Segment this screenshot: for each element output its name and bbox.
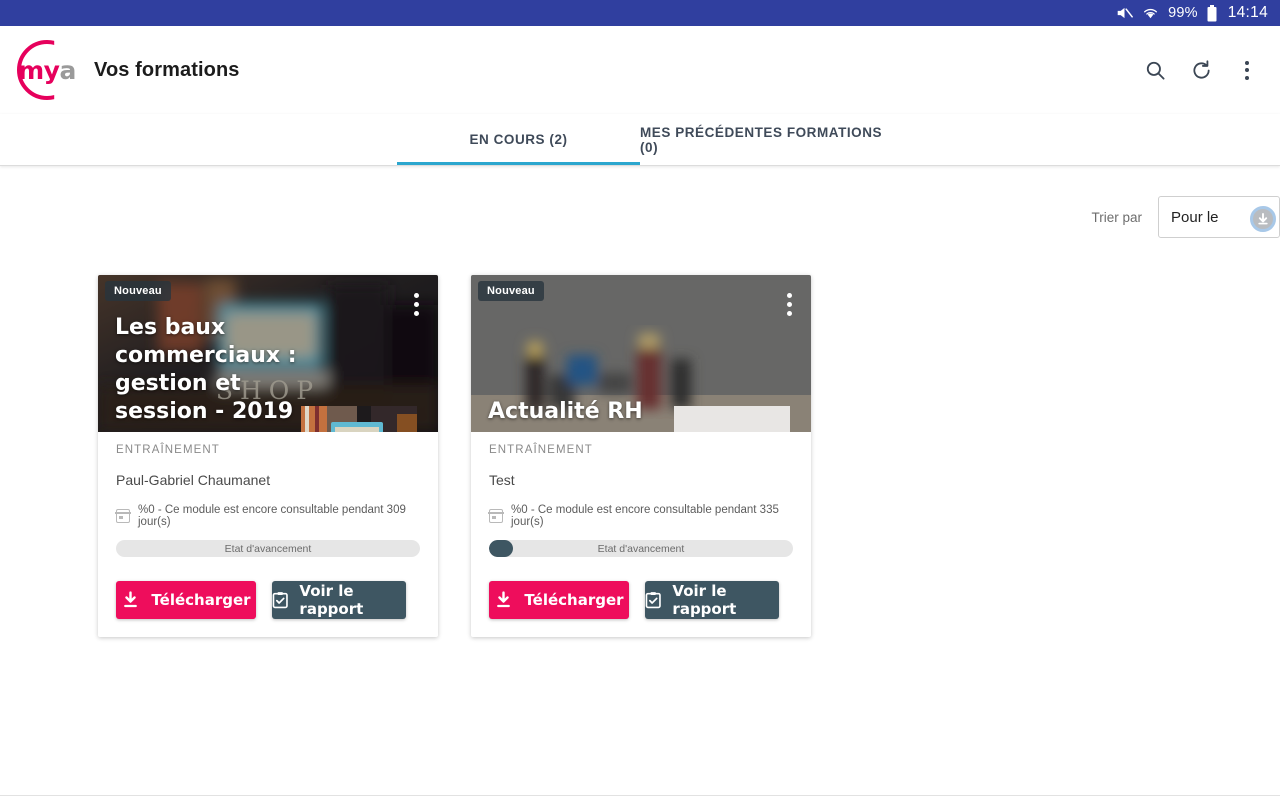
download-icon [497, 590, 511, 607]
bottom-navigation [0, 795, 1280, 800]
download-circle-icon[interactable] [1250, 206, 1276, 232]
sort-label: Trier par [1091, 209, 1142, 225]
card-meta-text: %0 - Ce module est encore consultable pe… [138, 504, 406, 528]
logo-text-secondary: a [59, 55, 76, 85]
page-title: Vos formations [94, 58, 240, 81]
clipboard-check-icon [272, 592, 288, 609]
app-bar-actions [1140, 55, 1262, 85]
formation-card[interactable]: Nouveau Actualité RH ENTRAÎNEMENT Test %… [471, 275, 811, 637]
search-icon[interactable] [1140, 55, 1170, 85]
svg-text:OPEN: OPEN [338, 431, 375, 432]
card-meta-text: %0 - Ce module est encore consultable pe… [511, 504, 779, 528]
kebab-dot [1245, 75, 1249, 80]
status-bar-clock: 14:14 [1227, 4, 1268, 21]
download-button-label: Télécharger [524, 591, 624, 609]
card-title: Actualité RH [488, 399, 643, 425]
main-content: Trier par Pour le SHOP Nouveau Les baux … [0, 166, 1280, 800]
kebab-dot [787, 302, 792, 307]
view-report-button[interactable]: Voir le rapport [645, 581, 779, 619]
kebab-dot [414, 302, 419, 307]
progress-bar: Etat d'avancement [116, 540, 420, 557]
view-report-button-label: Voir le rapport [299, 582, 364, 618]
card-actions: Télécharger Voir le rapport [116, 581, 420, 619]
battery-full-icon [1207, 4, 1217, 22]
card-thumbnail: OPEN SHOP [301, 406, 417, 432]
download-button[interactable]: Télécharger [116, 581, 256, 619]
card-overflow-menu-icon[interactable] [787, 293, 792, 316]
card-body: ENTRAÎNEMENT Paul-Gabriel Chaumanet %0 -… [98, 432, 438, 637]
progress-label: Etat d'avancement [224, 542, 312, 555]
logo-text-primary: my [18, 55, 60, 85]
tab-label: EN COURS (2) [469, 132, 568, 147]
card-meta: %0 - Ce module est encore consultable pe… [115, 504, 420, 528]
card-kicker: ENTRAÎNEMENT [116, 444, 220, 456]
kebab-dot [414, 311, 419, 316]
status-bar: 99% 14:14 [0, 0, 1280, 26]
app-bar: mya Vos formations [0, 26, 1280, 114]
card-author: Paul-Gabriel Chaumanet [116, 472, 271, 488]
download-button[interactable]: Télécharger [489, 581, 629, 619]
sort-row: Trier par Pour le [0, 166, 1280, 238]
clipboard-check-icon [645, 592, 661, 609]
kebab-dot [1245, 68, 1249, 72]
wifi-icon [1142, 6, 1159, 20]
progress-bar: Etat d'avancement [489, 540, 793, 557]
card-body: ENTRAÎNEMENT Test %0 - Ce module est enc… [471, 432, 811, 637]
kebab-dot [414, 293, 419, 298]
card-thumbnail [674, 406, 790, 432]
mya-logo: mya [14, 37, 80, 103]
tab-bar: EN COURS (2) MES PRÉCÉDENTES FORMATIONS … [0, 114, 1280, 166]
card-meta: %0 - Ce module est encore consultable pe… [488, 504, 793, 528]
battery-percent-label: 99% [1168, 5, 1198, 21]
card-title: Les baux commerciaux : gestion et sessio… [115, 315, 297, 425]
sort-selected-value: Pour le [1171, 208, 1219, 226]
progress-label: Etat d'avancement [597, 542, 685, 555]
view-report-button[interactable]: Voir le rapport [272, 581, 406, 619]
refresh-icon[interactable] [1186, 55, 1216, 85]
tab-label: MES PRÉCÉDENTES FORMATIONS (0) [640, 124, 883, 155]
calendar-icon [115, 509, 131, 523]
status-badge: Nouveau [105, 281, 171, 301]
card-hero: SHOP Nouveau Les baux commerciaux : gest… [98, 275, 438, 432]
overflow-menu-icon[interactable] [1232, 55, 1262, 85]
card-actions: Télécharger Voir le rapport [489, 581, 793, 619]
kebab-dot [787, 311, 792, 316]
download-button-label: Télécharger [151, 591, 251, 609]
volume-mute-icon [1116, 6, 1133, 20]
tab-en-cours[interactable]: EN COURS (2) [397, 114, 640, 165]
view-report-button-label: Voir le rapport [672, 582, 737, 618]
tab-precedentes-formations[interactable]: MES PRÉCÉDENTES FORMATIONS (0) [640, 114, 885, 165]
card-overflow-menu-icon[interactable] [414, 293, 419, 316]
kebab-dot [787, 293, 792, 298]
calendar-icon [488, 509, 504, 523]
download-icon [124, 590, 138, 607]
card-kicker: ENTRAÎNEMENT [489, 444, 593, 456]
formation-card-list: SHOP Nouveau Les baux commerciaux : gest… [0, 275, 1280, 637]
logo-wordmark: mya [18, 56, 76, 85]
card-author: Test [489, 472, 515, 488]
card-hero: Nouveau Actualité RH [471, 275, 811, 432]
kebab-dot [1245, 60, 1249, 65]
status-badge: Nouveau [478, 281, 544, 301]
formation-card[interactable]: SHOP Nouveau Les baux commerciaux : gest… [98, 275, 438, 637]
